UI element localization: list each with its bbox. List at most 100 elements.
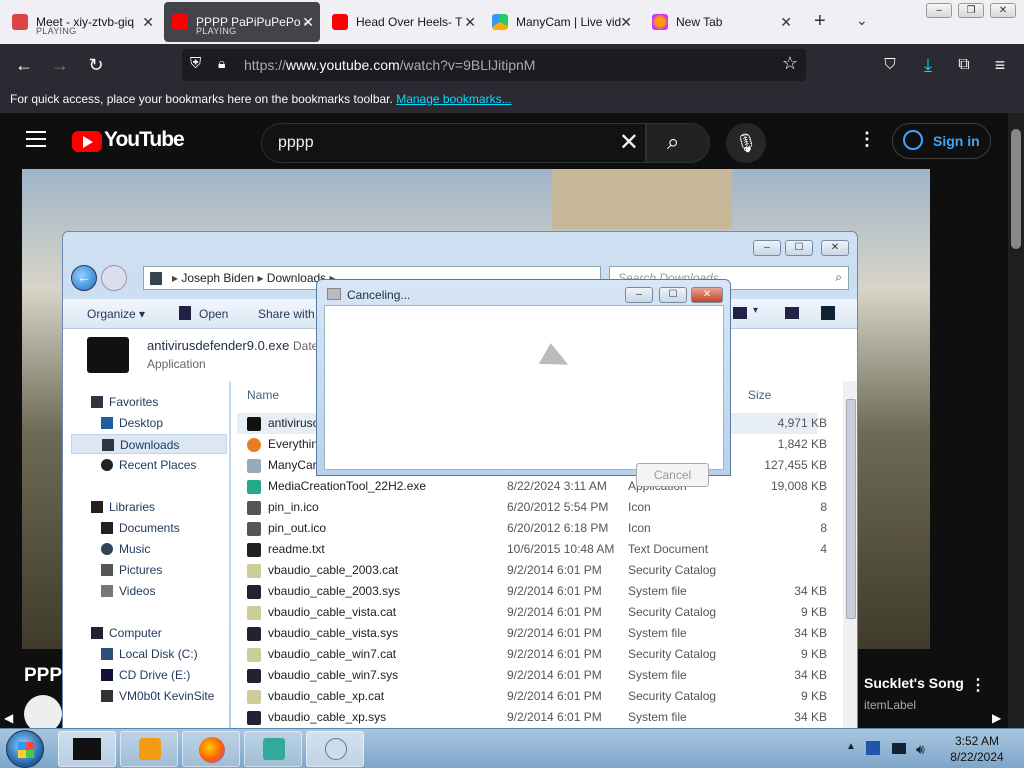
help-icon[interactable] — [821, 306, 835, 320]
more-options-icon[interactable]: ⋮ — [858, 129, 876, 150]
file-row[interactable]: vbaudio_cable_vista.cat 9/2/2014 6:01 PM S… — [237, 602, 827, 623]
youtube-logo-text[interactable]: YouTube — [104, 128, 185, 152]
file-type: System file — [628, 668, 687, 682]
list-tabs-chevron-icon[interactable]: ⌄ — [856, 12, 868, 29]
network-icon[interactable] — [892, 743, 906, 754]
open-button[interactable]: Open — [199, 307, 228, 321]
close-window-button[interactable]: ✕ — [990, 3, 1016, 18]
playlist-item-title[interactable]: Sucklet's Song — [864, 675, 964, 691]
file-list-scroll-thumb[interactable] — [846, 399, 856, 619]
file-size: 4,971 KB — [777, 416, 827, 430]
taskbar-app-explorer[interactable] — [306, 731, 364, 767]
file-row[interactable]: vbaudio_cable_2003.sys 9/2/2014 6:01 PM Sy… — [237, 581, 827, 602]
tab-manycam[interactable]: ManyCam | Live vid ✕ — [484, 2, 638, 42]
app-menu-icon[interactable]: ≡ — [988, 53, 1012, 77]
preview-pane-icon[interactable] — [785, 307, 799, 319]
lock-icon[interactable]: 🔒︎ — [218, 55, 225, 72]
firefox-icon — [199, 737, 225, 763]
nav-favorites[interactable]: Favorites — [91, 392, 243, 412]
file-row[interactable]: vbaudio_cable_win7.cat 9/2/2014 6:01 PM Se… — [237, 644, 827, 665]
downloads-folder-icon — [102, 439, 114, 451]
close-tab-icon[interactable]: ✕ — [780, 14, 792, 31]
manage-bookmarks-link[interactable]: Manage bookmarks... — [396, 92, 511, 106]
file-row[interactable]: vbaudio_cable_2003.cat 9/2/2014 6:01 PM Se… — [237, 560, 817, 581]
new-tab-plus-icon[interactable]: + — [814, 10, 826, 33]
meet-favicon-icon — [12, 14, 28, 30]
downloads-icon[interactable]: ⤓ — [916, 53, 940, 77]
url-bar[interactable]: ⛨ 🔒︎ https://www.youtube.com/watch?v=9BL… — [182, 49, 806, 81]
explorer-minimize-button[interactable]: – — [753, 240, 781, 256]
dialog-minimize-button[interactable]: – — [625, 287, 653, 303]
back-button[interactable]: ← — [71, 265, 97, 291]
canceling-dialog[interactable]: Canceling... – ☐ ✕ Cancel — [316, 279, 731, 487]
system-clock[interactable]: 3:52 AM 8/22/2024 — [934, 733, 1020, 765]
file-row[interactable]: vbaudio_cable_xp.sys 9/2/2014 6:01 PM Syst… — [237, 707, 827, 728]
close-tab-icon[interactable]: ✕ — [302, 14, 314, 31]
back-arrow-icon[interactable]: ← — [12, 53, 36, 77]
column-header-size[interactable]: Size — [748, 388, 771, 402]
sign-in-button[interactable]: Sign in — [892, 123, 991, 159]
dialog-maximize-button[interactable]: ☐ — [659, 287, 687, 303]
taskbar-app-terminal[interactable] — [58, 731, 116, 767]
start-button[interactable] — [6, 730, 44, 768]
forward-arrow-icon[interactable]: → — [48, 53, 72, 77]
item-menu-icon[interactable]: ⋮ — [970, 675, 986, 695]
forward-button[interactable] — [101, 265, 127, 291]
file-row[interactable]: vbaudio_cable_xp.cat 9/2/2014 6:01 PM Secu… — [237, 686, 827, 707]
explorer-maximize-button[interactable]: ☐ — [785, 240, 813, 256]
close-tab-icon[interactable]: ✕ — [620, 14, 632, 31]
close-tab-icon[interactable]: ✕ — [464, 14, 476, 31]
file-row[interactable]: pin_in.ico 6/20/2012 5:54 PM Icon 8 — [237, 497, 827, 518]
nav-downloads[interactable]: Downloads — [71, 434, 227, 454]
close-tab-icon[interactable]: ✕ — [142, 14, 154, 31]
taskbar-app-media[interactable] — [120, 731, 178, 767]
view-dropdown-icon[interactable]: ▾ — [753, 305, 758, 316]
search-button[interactable]: ⌕ — [646, 123, 710, 163]
file-row[interactable]: readme.txt 10/6/2015 10:48 AM Text Documen… — [237, 539, 827, 560]
nav-label: Desktop — [119, 416, 164, 430]
explorer-close-button[interactable]: ✕ — [821, 240, 849, 256]
restore-button[interactable]: ❐ — [958, 3, 984, 18]
taskbar-app-installer[interactable] — [244, 731, 302, 767]
show-hidden-icons-icon[interactable]: ▲ — [846, 741, 856, 752]
extensions-icon[interactable]: ⧉ — [952, 53, 976, 77]
scroll-right-icon[interactable]: ▶ — [992, 711, 1001, 725]
view-options-icon[interactable] — [733, 307, 747, 319]
taskbar-app-firefox[interactable] — [182, 731, 240, 767]
reload-icon[interactable]: ↻ — [84, 53, 108, 77]
file-row[interactable]: pin_out.ico 6/20/2012 6:18 PM Icon 8 — [237, 518, 827, 539]
breadcrumb-user[interactable]: Joseph Biden — [181, 271, 254, 285]
youtube-favicon-icon — [172, 14, 188, 30]
organize-menu[interactable]: Organize ▾ — [87, 307, 145, 321]
tab-pppp[interactable]: PPPP PaPiPuPePo - PLAYING ✕ — [164, 2, 320, 42]
clear-search-icon[interactable]: ✕ — [619, 128, 639, 157]
file-name: vbaudio_cable_xp.sys — [268, 710, 387, 724]
page-scrollbar-thumb[interactable] — [1011, 129, 1021, 249]
tab-head-over-heels[interactable]: Head Over Heels- T ✕ — [324, 2, 482, 42]
nav-computer[interactable]: Computer — [91, 623, 243, 643]
minimize-button[interactable]: – — [926, 3, 952, 18]
youtube-logo-icon[interactable] — [72, 131, 102, 152]
file-row[interactable]: vbaudio_cable_vista.sys 9/2/2014 6:01 PM S… — [237, 623, 827, 644]
volume-icon[interactable]: 🔊︎ — [916, 741, 925, 758]
search-input[interactable]: pppp ✕ — [261, 123, 646, 163]
file-list-scrollbar[interactable] — [843, 381, 857, 730]
pocket-icon[interactable]: ⛉ — [878, 53, 902, 77]
voice-search-mic-icon[interactable]: 🎙︎ — [726, 123, 766, 163]
file-row[interactable]: MediaCreationTool_22H2.exe 8/22/2024 3:11… — [237, 476, 827, 497]
tab-meet[interactable]: Meet - xiy-ztvb-giq PLAYING ✕ — [4, 2, 160, 42]
file-row[interactable]: vbaudio_cable_win7.sys 9/2/2014 6:01 PM Sy… — [237, 665, 827, 686]
scroll-left-icon[interactable]: ◀ — [4, 711, 13, 725]
share-with-menu[interactable]: Share with — [258, 307, 315, 321]
dialog-close-button[interactable]: ✕ — [691, 287, 723, 303]
bookmark-star-icon[interactable]: ☆ — [782, 53, 798, 74]
column-header-name[interactable]: Name — [247, 388, 279, 402]
tracking-shield-icon[interactable]: ⛨ — [190, 55, 201, 72]
tray-app-icon[interactable] — [866, 741, 880, 755]
hamburger-menu-icon[interactable] — [26, 131, 46, 147]
tab-title: New Tab — [676, 15, 723, 29]
page-scrollbar[interactable] — [1008, 113, 1024, 728]
nav-libraries[interactable]: Libraries — [91, 497, 243, 517]
tab-new-tab[interactable]: New Tab ✕ — [644, 2, 798, 42]
cancel-button[interactable]: Cancel — [636, 463, 709, 487]
